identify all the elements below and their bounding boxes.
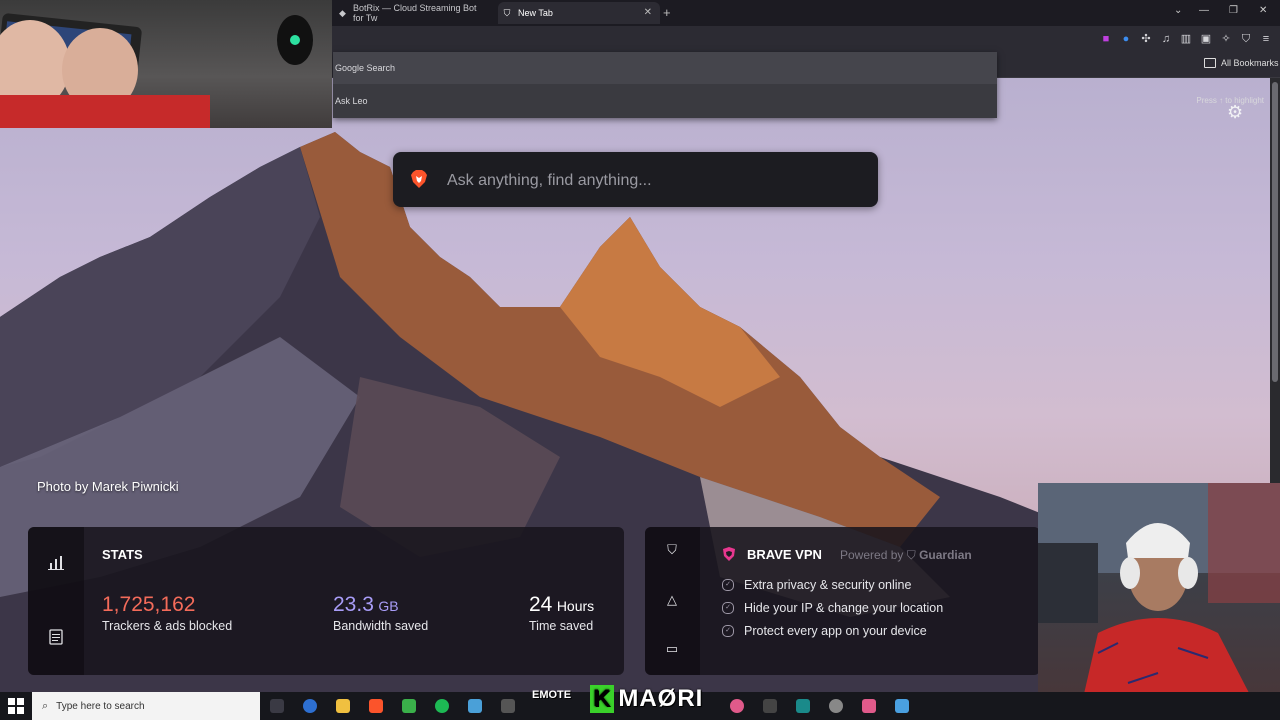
leo-ai-icon[interactable]: ✧ [1220, 33, 1232, 45]
new-tab-search-box[interactable] [393, 152, 878, 207]
minimize-icon[interactable]: — [1199, 5, 1209, 16]
app-icon[interactable] [895, 699, 909, 713]
brave-taskbar-icon[interactable] [369, 699, 383, 713]
vpn-title: BRAVE VPN [747, 547, 822, 562]
search-icon: ⌕ [42, 699, 49, 712]
brave-favicon-icon: ⛉ [503, 8, 511, 18]
edge-icon[interactable] [303, 699, 317, 713]
suggestion-label: Ask Leo [335, 96, 368, 106]
windows-start-icon[interactable] [8, 698, 24, 714]
close-window-icon[interactable]: ✕ [1259, 5, 1267, 16]
tab-botrix[interactable]: ◆ BotRix — Cloud Streaming Bot for Tw [338, 2, 488, 24]
stream-emote-label: EMOTE [532, 689, 572, 701]
wallet-icon[interactable]: ▣ [1200, 33, 1212, 45]
sidebar-toggle-icon[interactable]: ▥ [1180, 33, 1192, 45]
suggestion-label: Google Search [335, 63, 396, 73]
taskbar-search-text: Type here to search [56, 700, 145, 712]
app-icon[interactable] [468, 699, 482, 713]
close-tab-icon[interactable]: ✕ [644, 7, 652, 18]
app-icon[interactable] [402, 699, 416, 713]
vpn-shield-icon[interactable]: ⛉ [664, 542, 680, 558]
video-call-icon[interactable]: ▭ [664, 641, 680, 657]
brave-vpn-widget: ⛉ △ ▭ BRAVE VPN Powered by ⛉ Guardian ✓ … [645, 527, 1040, 675]
tab-title: BotRix — Cloud Streaming Bot for Tw [352, 3, 477, 23]
scrollbar-thumb[interactable] [1272, 82, 1278, 382]
new-tab-plus-icon[interactable]: + [663, 5, 671, 20]
stat-value: 23.3 [333, 593, 374, 616]
check-icon: ✓ [722, 579, 734, 591]
powered-by: Powered by ⛉ Guardian [840, 548, 972, 563]
botrix-favicon-icon: ◆ [339, 8, 346, 18]
stream-overlay-logo: K MAØRI [590, 685, 703, 713]
tab-new-tab[interactable]: ⛉ New Tab ✕ [498, 2, 660, 24]
app-icon[interactable] [829, 699, 843, 713]
webcam-keyboard-overlay [0, 0, 332, 128]
suggestion-ask-leo[interactable]: Ask Leo [333, 85, 997, 117]
news-cards-icon[interactable] [48, 629, 64, 645]
app-icon[interactable] [763, 699, 777, 713]
stat-label: Bandwidth saved [333, 619, 429, 633]
check-icon: ✓ [722, 625, 734, 637]
check-icon: ✓ [722, 602, 734, 614]
folder-icon [1204, 58, 1216, 68]
photo-credit: Photo by Marek Piwnicki [37, 479, 179, 494]
guardian-label: Guardian [919, 548, 972, 562]
brave-lion-icon [411, 170, 427, 188]
widget-sidebar [28, 527, 84, 675]
app-icon[interactable] [501, 699, 515, 713]
extension-icon[interactable]: ● [1120, 33, 1132, 45]
webcam-streamer-overlay [1038, 483, 1280, 720]
feature-text: Protect every app on your device [744, 624, 927, 638]
app-icon[interactable] [862, 699, 876, 713]
stats-title: STATS [102, 547, 143, 562]
settings-gear-icon[interactable]: ⚙ [1227, 102, 1243, 123]
app-icon[interactable] [730, 699, 744, 713]
stat-trackers: 1,725,162 Trackers & ads blocked [102, 593, 232, 633]
omnibox-suggestions: Google Search Ask Leo [333, 52, 997, 118]
stat-time: 24 Hours Time saved [529, 593, 594, 633]
app-icon[interactable] [796, 699, 810, 713]
taskbar-search[interactable]: ⌕ Type here to search [32, 692, 260, 720]
menu-icon[interactable]: ≡ [1260, 33, 1272, 45]
search-input[interactable] [445, 166, 849, 196]
spotify-icon[interactable] [435, 699, 449, 713]
tab-search-chevron-icon[interactable]: ⌄ [1174, 5, 1182, 16]
bar-chart-icon[interactable] [48, 555, 64, 571]
stat-bandwidth: 23.3 GB Bandwidth saved [333, 593, 428, 633]
task-view-icon[interactable] [270, 699, 284, 713]
all-bookmarks-button[interactable]: All Bookmarks [1204, 58, 1279, 68]
file-explorer-icon[interactable] [336, 699, 350, 713]
stat-label: Time saved [529, 619, 594, 633]
vpn-shield-icon[interactable]: ⛉ [1240, 33, 1252, 45]
stat-unit: GB [378, 598, 399, 614]
kick-badge: K [590, 685, 615, 713]
stream-overlay-name: MAØRI [618, 685, 704, 712]
warning-triangle-icon[interactable]: △ [664, 592, 680, 608]
stat-unit: Hours [556, 598, 595, 614]
vpn-feature: ✓ Extra privacy & security online [722, 578, 911, 592]
suggestion-google-search[interactable]: Google Search [333, 52, 997, 84]
vpn-feature: ✓ Protect every app on your device [722, 624, 927, 638]
powered-by-label: Powered by [840, 548, 904, 562]
restore-icon[interactable]: ❐ [1229, 5, 1238, 16]
vpn-logo-icon [722, 547, 736, 561]
extension-icon[interactable]: ■ [1100, 33, 1112, 45]
feature-text: Extra privacy & security online [744, 578, 912, 592]
stat-label: Trackers & ads blocked [102, 619, 233, 633]
vpn-feature: ✓ Hide your IP & change your location [722, 601, 943, 615]
extensions-puzzle-icon[interactable]: ✣ [1140, 33, 1152, 45]
feature-text: Hide your IP & change your location [744, 601, 944, 615]
all-bookmarks-label: All Bookmarks [1221, 58, 1279, 68]
guardian-shield-icon: ⛉ [906, 548, 920, 562]
media-music-icon[interactable]: ♫ [1160, 33, 1172, 45]
tab-title: New Tab [518, 8, 553, 18]
stat-value: 24 [529, 593, 553, 616]
stats-widget: STATS 1,725,162 Trackers & ads blocked 2… [28, 527, 624, 675]
stat-value: 1,725,162 [102, 593, 196, 616]
